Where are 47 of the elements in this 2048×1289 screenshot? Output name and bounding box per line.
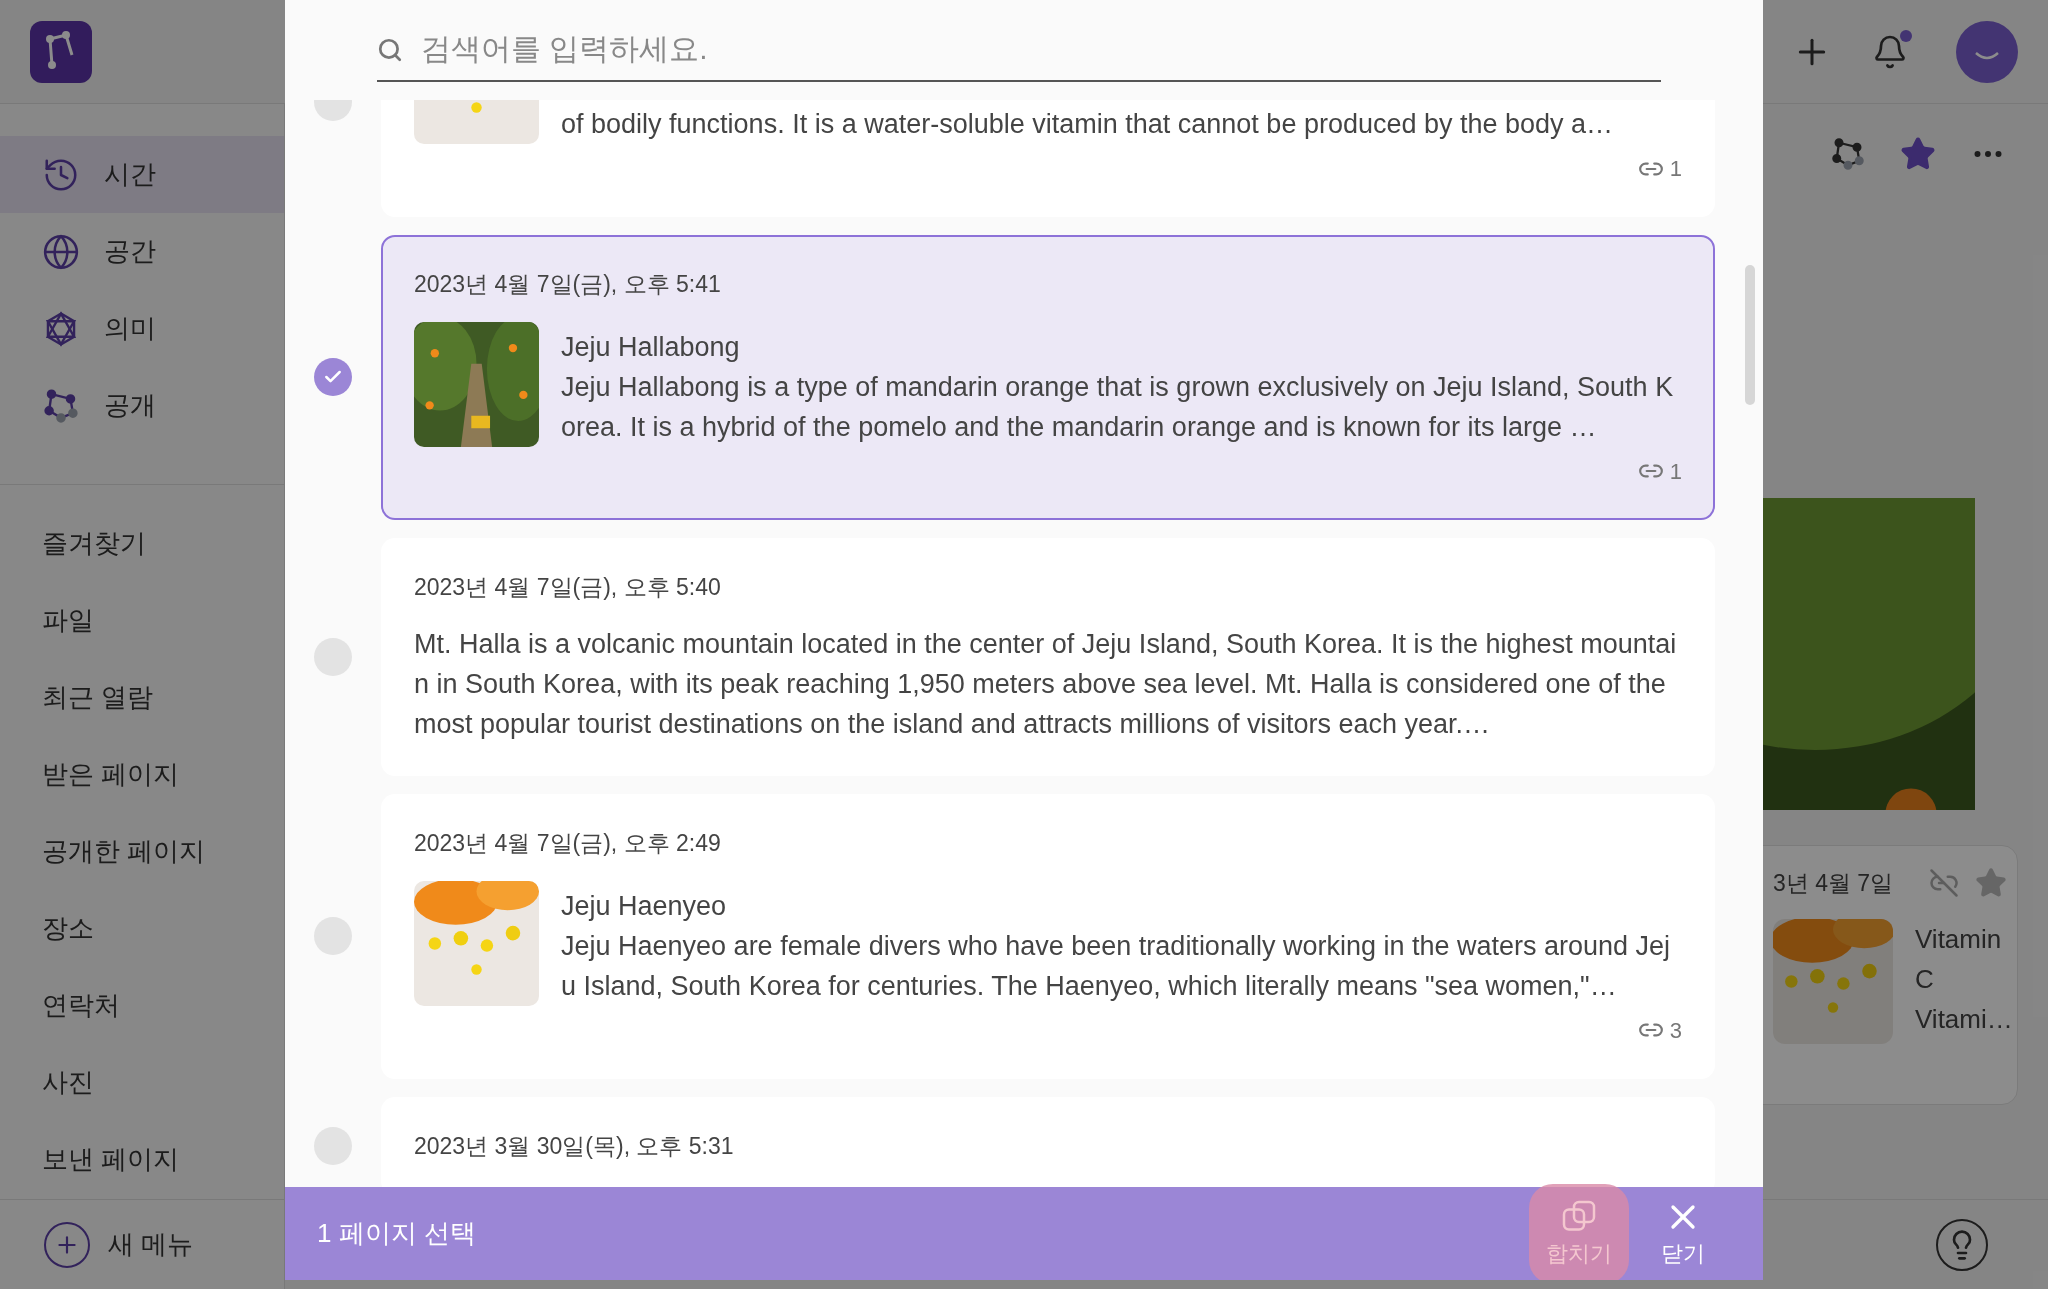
search-icon [377, 37, 403, 63]
page-card[interactable] [381, 235, 1715, 520]
page-card[interactable] [381, 794, 1715, 1079]
menu-item[interactable]: 최근 열람 [0, 659, 284, 736]
app-logo[interactable] [30, 20, 92, 83]
page-card[interactable]: of bodily functions. It is a water-soluble vitamin that cannot be produced by the body a… 1 [381, 100, 1715, 217]
scrollbar[interactable] [1745, 265, 1755, 405]
page-excerpt: Jeju Hallabong is a type of mandarin orange that is grown exclusively on Jeju Island, South Korea. It is a hybrid of the pomelo and the mandarin orange and is known for its large … [561, 370, 1675, 444]
page-date: 2023년 3월 30일(목), 오후 5:31 [414, 1131, 735, 1161]
select-radio[interactable] [314, 358, 352, 397]
page-excerpt: Jeju Haenyeo are female divers who have been traditionally working in the waters around Jeju Island, South Korea for centuries. The Haenyeo, which literally means "sea women,"… [561, 929, 1672, 1003]
lightbulb-icon[interactable] [1936, 1218, 1988, 1271]
globe-icon [42, 232, 80, 271]
menu-item[interactable]: 보낸 페이지 [0, 1121, 284, 1198]
notification-icon[interactable] [1872, 33, 1908, 70]
menu-item[interactable]: 받은 페이지 [0, 736, 284, 813]
selection-count: 1 페이지 선택 [317, 1217, 476, 1250]
search-field[interactable]: 검색어를 입력하세요. [377, 18, 1661, 82]
menu-item[interactable]: 장소 [0, 890, 284, 967]
nav-item[interactable]: 의미 [0, 290, 284, 367]
network-icon [1830, 136, 1866, 172]
nav-item[interactable]: 공간 [0, 213, 284, 290]
card-title: Vitamin C Vitami… [1915, 922, 2014, 1036]
page-card[interactable]: 2023년 3월 30일(목), 오후 5:31 [381, 1096, 1715, 1187]
link-count-text: 1 [1669, 457, 1682, 486]
menu-item[interactable]: 사진 [0, 1044, 284, 1121]
page-date: 2023년 4월 7일(금), 오후 5:41 [414, 270, 722, 299]
network-icon [42, 386, 80, 425]
nav-item[interactable]: 공개 [0, 367, 284, 444]
menu-item[interactable]: 연락처 [0, 967, 284, 1044]
menu-item[interactable]: 즐겨찾기 [0, 505, 284, 582]
nav-item[interactable]: 시간 [0, 136, 284, 213]
link-count-text: 1 [1669, 155, 1682, 183]
menu-item[interactable]: 공개한 페이지 [0, 813, 284, 890]
star-icon[interactable] [1900, 136, 1936, 172]
new-menu-link[interactable]: 새 메뉴 [108, 1225, 194, 1264]
avatar[interactable] [1956, 20, 2018, 83]
menu-item[interactable]: 파일 [0, 582, 284, 659]
page-title: Jeju Haenyeo [561, 889, 728, 923]
page-title: Jeju Hallabong [561, 330, 741, 364]
page-excerpt: of bodily functions. It is a water-soluble vitamin that cannot be produced by the body a… [561, 108, 1615, 141]
unlink-icon[interactable] [1929, 868, 1960, 899]
card-date: 3년 4월 7일 [1773, 869, 1894, 898]
page-date: 2023년 4월 7일(금), 오후 5:40 [414, 572, 722, 602]
link-count-text: 3 [1669, 1016, 1682, 1045]
page-date: 2023년 4월 7일(금), 오후 2:49 [414, 829, 722, 858]
page-excerpt: Mt. Halla is a volcanic mountain located in the center of Jeju Island, South Korea. It is the highest mountain in South Korea, with its peak reaching 1,950 meters above sea level. Mt. Halla is considered one of the most popular tourist destinations on the island and attracts millions of visitors each year.… [414, 628, 1678, 741]
